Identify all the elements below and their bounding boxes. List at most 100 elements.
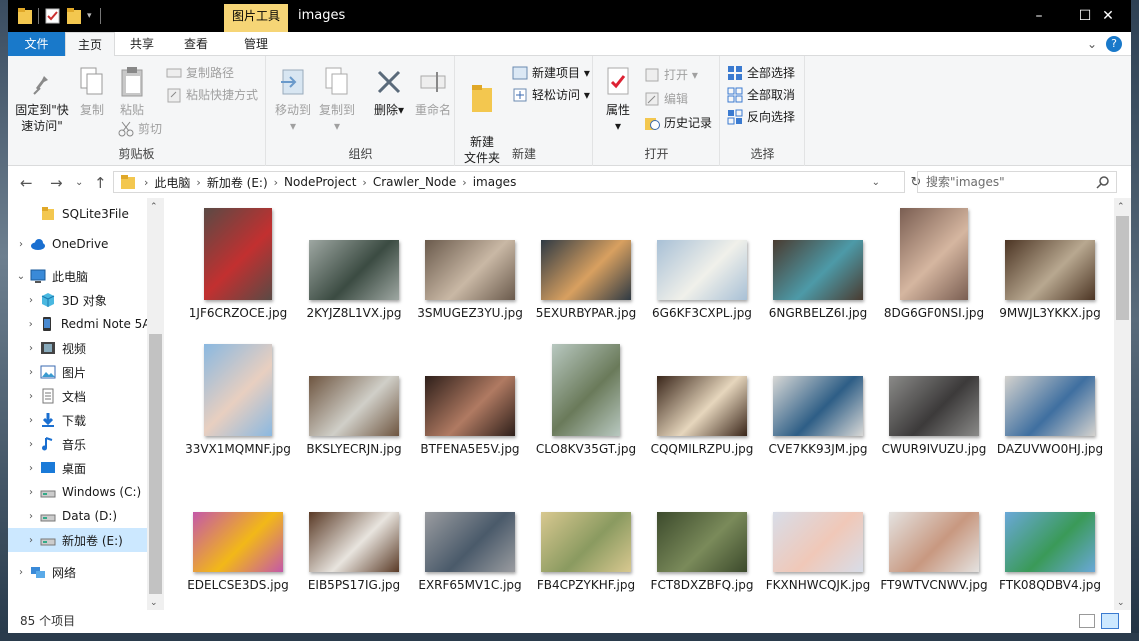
file-thumbnail[interactable] [1005, 512, 1095, 572]
file-name[interactable]: 3SMUGEZ3YU.jpg [412, 304, 528, 322]
file-thumbnail[interactable] [1005, 240, 1095, 300]
file-name[interactable]: FB4CPZYKHF.jpg [528, 576, 644, 594]
tab-file[interactable]: 文件 [8, 32, 65, 56]
file-thumbnail[interactable] [900, 208, 968, 300]
chevron-right-icon[interactable]: › [24, 439, 38, 450]
sidebar-item[interactable]: › 新加卷 (E:) [8, 528, 147, 552]
properties-icon[interactable] [45, 8, 61, 24]
tab-manage[interactable]: 管理 [224, 32, 288, 56]
chevron-right-icon[interactable]: › [24, 367, 38, 378]
sidebar-item[interactable]: › 3D 对象 [8, 288, 147, 312]
navigation-pane-scroll-thumb[interactable] [149, 334, 162, 594]
file-thumbnail[interactable] [773, 240, 863, 300]
tab-view[interactable]: 查看 [170, 32, 222, 56]
chevron-right-icon[interactable]: › [24, 415, 38, 426]
file-name[interactable]: 5EXURBYPAR.jpg [528, 304, 644, 322]
file-name[interactable]: FCT8DXZBFQ.jpg [644, 576, 760, 594]
easy-access-button[interactable]: 轻松访问 ▾ [512, 86, 590, 103]
forward-arrow-icon[interactable]: → [50, 174, 63, 192]
breadcrumb-item[interactable]: Crawler_Node [373, 175, 456, 189]
navigation-pane-scrollbar[interactable]: ⌃ ⌄ [147, 198, 164, 610]
file-name[interactable]: FKXNHWCQJK.jpg [760, 576, 876, 594]
new-item-button[interactable]: 新建项目 ▾ [512, 64, 590, 81]
sidebar-item[interactable]: › 网络 [8, 560, 147, 584]
file-name[interactable]: EIB5PS17IG.jpg [296, 576, 412, 594]
file-list-scroll-thumb[interactable] [1116, 216, 1129, 320]
file-list-scrollbar[interactable]: ⌃ ⌄ [1114, 198, 1131, 610]
sidebar-item[interactable]: › 视频 [8, 336, 147, 360]
file-name[interactable]: 8DG6GF0NSI.jpg [876, 304, 992, 322]
file-thumbnail[interactable] [193, 512, 283, 572]
sidebar-item[interactable]: › 文档 [8, 384, 147, 408]
file-thumbnail[interactable] [773, 512, 863, 572]
file-thumbnail[interactable] [657, 376, 747, 436]
file-thumbnail[interactable] [773, 376, 863, 436]
sidebar-item[interactable]: › 桌面 [8, 456, 147, 480]
scroll-up-arrow-icon[interactable]: ⌃ [150, 202, 158, 212]
file-name[interactable]: EXRF65MV1C.jpg [412, 576, 528, 594]
sidebar-item[interactable]: ⌄ 此电脑 [8, 264, 147, 288]
chevron-right-icon[interactable]: › [14, 239, 28, 250]
file-thumbnail[interactable] [425, 240, 515, 300]
sidebar-item[interactable]: SQLite3File [8, 202, 147, 226]
address-dropdown-chevron-icon[interactable]: ⌄ [872, 177, 880, 188]
sidebar-item[interactable]: › Windows (C:) [8, 480, 147, 504]
file-name[interactable]: FTK08QDBV4.jpg [992, 576, 1108, 594]
sidebar-item[interactable]: › 下载 [8, 408, 147, 432]
breadcrumb-item[interactable]: 此电脑 [154, 174, 190, 191]
scroll-down-arrow-icon[interactable]: ⌄ [150, 598, 158, 608]
file-name[interactable]: 33VX1MQMNF.jpg [180, 440, 296, 458]
minimize-button[interactable]: – [1016, 0, 1062, 32]
sidebar-item[interactable]: › OneDrive [8, 232, 147, 256]
file-thumbnail[interactable] [309, 512, 399, 572]
file-name[interactable]: CLO8KV35GT.jpg [528, 440, 644, 458]
chevron-right-icon[interactable]: › [24, 511, 38, 522]
file-name[interactable]: BKSLYECRJN.jpg [296, 440, 412, 458]
recent-locations-chevron-icon[interactable]: ⌄ [75, 177, 83, 188]
paste-button[interactable]: 粘贴 [114, 66, 150, 118]
file-name[interactable]: 6G6KF3CXPL.jpg [644, 304, 760, 322]
file-thumbnail[interactable] [1005, 376, 1095, 436]
large-icons-view-icon[interactable] [1101, 613, 1119, 629]
rename-button[interactable]: 重命名 [411, 66, 455, 118]
scroll-up-arrow-icon[interactable]: ⌃ [1117, 202, 1125, 212]
file-name[interactable]: EDELCSE3DS.jpg [180, 576, 296, 594]
properties-button[interactable]: 属性 ▾ [600, 66, 636, 134]
open-button[interactable]: 打开 ▾ [644, 66, 698, 83]
customize-toolbar-chevron-icon[interactable]: ▾ [87, 11, 92, 21]
tab-home[interactable]: 主页 [65, 32, 115, 57]
sidebar-item[interactable]: › 图片 [8, 360, 147, 384]
file-thumbnail[interactable] [425, 512, 515, 572]
move-to-button[interactable]: 移动到▾ [273, 66, 313, 134]
sidebar-item[interactable]: › 音乐 [8, 432, 147, 456]
sidebar-item[interactable]: › Redmi Note 5A [8, 312, 147, 336]
chevron-right-icon[interactable]: › [24, 487, 38, 498]
breadcrumb-item[interactable]: images [473, 175, 517, 189]
pin-to-quick-access-button[interactable]: 固定到"快速访问" [12, 66, 72, 134]
address-bar[interactable]: › 此电脑 › 新加卷 (E:) › NodeProject › Crawler_Node ›… [113, 171, 921, 193]
file-name[interactable]: CVE7KK93JM.jpg [760, 440, 876, 458]
delete-button[interactable]: 删除▾ [371, 66, 407, 118]
scroll-down-arrow-icon[interactable]: ⌄ [1117, 598, 1125, 608]
file-name[interactable]: CQQMILRZPU.jpg [644, 440, 760, 458]
breadcrumb-item[interactable]: 新加卷 (E:) [207, 174, 268, 191]
file-thumbnail[interactable] [889, 376, 979, 436]
breadcrumb-item[interactable]: NodeProject [284, 175, 356, 189]
chevron-right-icon[interactable]: › [24, 319, 37, 330]
file-name[interactable]: 1JF6CRZOCE.jpg [180, 304, 296, 322]
file-thumbnail[interactable] [889, 512, 979, 572]
file-name[interactable]: BTFENA5E5V.jpg [412, 440, 528, 458]
paste-shortcut-button[interactable]: 粘贴快捷方式 [166, 86, 258, 103]
file-name[interactable]: 2KYJZ8L1VX.jpg [296, 304, 412, 322]
chevron-right-icon[interactable]: › [24, 463, 38, 474]
back-arrow-icon[interactable]: ← [20, 174, 33, 192]
help-button[interactable]: ? [1106, 36, 1122, 52]
file-name[interactable]: 9MWJL3YKKX.jpg [992, 304, 1108, 322]
file-thumbnail[interactable] [552, 344, 620, 436]
chevron-right-icon[interactable]: › [14, 567, 28, 578]
file-thumbnail[interactable] [425, 376, 515, 436]
file-thumbnail[interactable] [309, 240, 399, 300]
file-thumbnail[interactable] [657, 240, 747, 300]
file-name[interactable]: FT9WTVCNWV.jpg [876, 576, 992, 594]
file-thumbnail[interactable] [657, 512, 747, 572]
